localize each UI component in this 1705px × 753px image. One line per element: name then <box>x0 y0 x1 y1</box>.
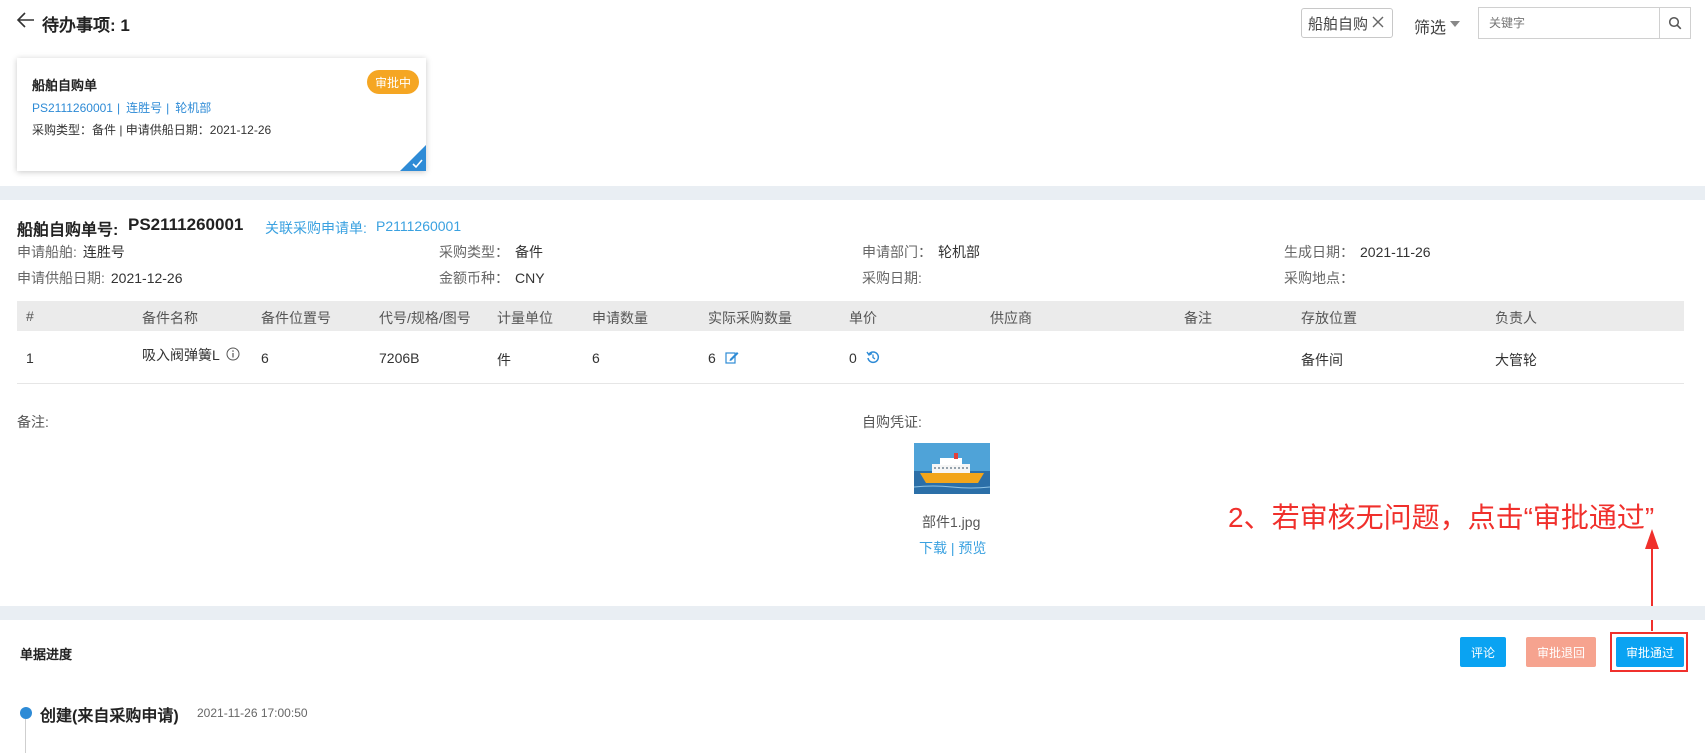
status-badge: 审批中 <box>367 70 419 94</box>
cell-part-name: 吸入阀弹簧L <box>142 345 240 365</box>
timeline-item-title: 创建(来自采购申请) <box>40 708 179 725</box>
section-divider <box>0 606 1705 620</box>
field-created-date: 生成日期： 2021-11-26 <box>1284 244 1431 260</box>
search-input[interactable] <box>1478 7 1660 39</box>
cell-price: 0 <box>849 350 880 366</box>
col-part-name: 备件名称 <box>142 310 198 326</box>
voucher-label: 自购凭证: <box>862 414 922 430</box>
caret-down-icon <box>1450 21 1461 27</box>
col-remark: 备注 <box>1184 310 1212 326</box>
field-purchase-location: 采购地点： <box>1284 270 1354 286</box>
todo-card[interactable]: 船舶自购单 审批中 PS2111260001 | 连胜号 | 轮机部 采购类型：备件 |… <box>17 58 426 171</box>
edit-icon[interactable] <box>725 351 739 364</box>
filter-dropdown[interactable]: 筛选 <box>1414 14 1461 38</box>
field-supply-date: 申请供船日期: 2021-12-26 <box>17 270 183 286</box>
order-no-value: PS2111260001 <box>128 215 244 234</box>
col-index: # <box>26 308 34 324</box>
info-icon[interactable] <box>226 347 240 361</box>
search-button[interactable] <box>1659 7 1691 39</box>
card-title: 船舶自购单 <box>32 78 98 93</box>
field-department: 申请部门： 轮机部 <box>862 244 980 260</box>
timeline-item-time: 2021-11-26 17:00:50 <box>197 706 308 720</box>
field-currency: 金额币种： CNY <box>439 270 545 286</box>
selected-check-icon <box>400 145 426 171</box>
filter-label: 筛选 <box>1414 20 1447 37</box>
search-icon <box>1668 16 1682 30</box>
page-title: 待办事项: 1 <box>42 16 130 35</box>
card-ship[interactable]: 连胜号 <box>126 101 162 115</box>
timeline-dot <box>20 707 32 719</box>
card-info: 采购类型：备件 | 申请供船日期：2021-12-26 <box>32 123 272 137</box>
voucher-thumbnail[interactable] <box>914 443 990 494</box>
col-price: 单价 <box>849 310 877 326</box>
cell-owner: 大管轮 <box>1495 352 1537 368</box>
card-department[interactable]: 轮机部 <box>175 101 211 115</box>
preview-link[interactable]: 预览 <box>958 540 986 556</box>
order-no-label: 船舶自购单号: <box>17 222 119 239</box>
voucher-actions: 下载 | 预览 <box>919 538 986 558</box>
related-request-label: 关联采购申请单: <box>265 220 367 236</box>
history-icon[interactable] <box>866 350 880 364</box>
approve-button[interactable]: 审批通过 <box>1616 637 1684 667</box>
close-icon[interactable] <box>1370 14 1386 30</box>
action-separator: | <box>950 540 955 556</box>
cell-position-no: 6 <box>261 350 269 366</box>
col-position-no: 备件位置号 <box>261 310 331 326</box>
col-code: 代号/规格/图号 <box>379 310 471 326</box>
download-link[interactable]: 下载 <box>919 540 947 556</box>
field-purchase-type: 采购类型： 备件 <box>439 244 543 260</box>
comment-button[interactable]: 评论 <box>1460 637 1506 667</box>
voucher-file-name: 部件1.jpg <box>922 514 981 530</box>
cell-apply-qty: 6 <box>592 350 600 366</box>
cell-code: 7206B <box>379 350 420 366</box>
cell-actual-qty: 6 <box>708 350 739 366</box>
col-storage: 存放位置 <box>1301 310 1357 326</box>
cell-unit: 件 <box>497 352 511 368</box>
reject-return-button[interactable]: 审批退回 <box>1526 637 1596 667</box>
col-unit: 计量单位 <box>497 310 553 326</box>
cell-index: 1 <box>26 350 34 366</box>
remark-label: 备注: <box>17 414 49 430</box>
progress-title: 单据进度 <box>20 647 73 662</box>
timeline-line <box>25 719 26 753</box>
instruction-annotation: 2、若审核无问题，点击“审批通过” <box>1228 502 1655 533</box>
col-supplier: 供应商 <box>990 310 1032 326</box>
cell-storage: 备件间 <box>1301 352 1343 368</box>
table-row: 1 吸入阀弹簧L 6 7206B 件 6 6 0 备件间 大管轮 <box>17 332 1684 384</box>
related-request-link[interactable]: P2111260001 <box>376 218 461 234</box>
filter-tag[interactable]: 船舶自购 <box>1301 8 1393 38</box>
col-owner: 负责人 <box>1495 310 1537 326</box>
filter-tag-label: 船舶自购 <box>1308 15 1369 33</box>
back-arrow-icon[interactable] <box>16 10 36 30</box>
field-purchase-date: 采购日期: <box>862 270 922 286</box>
card-links: PS2111260001 | 连胜号 | 轮机部 <box>32 101 212 115</box>
parts-table-header: # 备件名称 备件位置号 代号/规格/图号 计量单位 申请数量 实际采购数量 单… <box>17 301 1684 331</box>
card-order-no[interactable]: PS2111260001 <box>32 101 113 115</box>
field-apply-ship: 申请船舶: 连胜号 <box>17 244 125 260</box>
section-divider <box>0 186 1705 200</box>
col-apply-qty: 申请数量 <box>592 310 648 326</box>
col-actual-qty: 实际采购数量 <box>708 310 792 326</box>
